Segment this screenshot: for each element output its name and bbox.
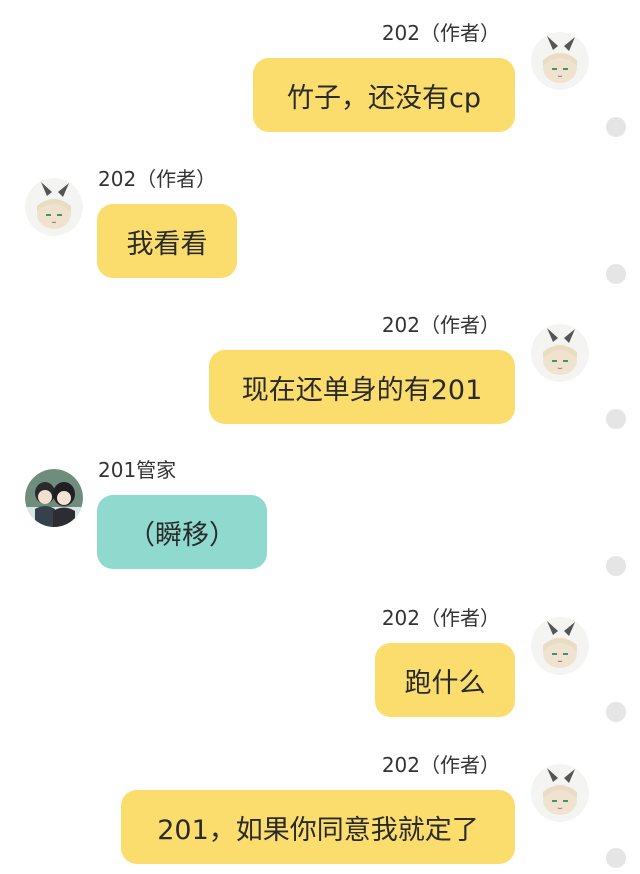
read-status-dot-icon: [606, 556, 626, 576]
message-bubble[interactable]: 现在还单身的有201: [209, 350, 515, 424]
message-bubble[interactable]: 竹子，还没有cp: [253, 58, 515, 132]
sender-name: 202（作者）: [381, 606, 500, 630]
sender-name: 202（作者）: [98, 167, 217, 191]
sender-name: 202（作者）: [381, 313, 500, 337]
read-status-dot-icon: [606, 117, 626, 137]
read-status-dot-icon: [606, 702, 626, 722]
author-avatar-icon[interactable]: [25, 178, 83, 236]
butler-avatar-icon[interactable]: [25, 469, 83, 527]
message-bubble[interactable]: 201，如果你同意我就定了: [121, 790, 515, 864]
sender-name: 202（作者）: [381, 21, 500, 45]
read-status-dot-icon: [606, 264, 626, 284]
read-status-dot-icon: [606, 409, 626, 429]
author-avatar-icon[interactable]: [531, 764, 589, 822]
sender-name: 201管家: [98, 458, 177, 482]
author-avatar-icon[interactable]: [531, 617, 589, 675]
message-bubble[interactable]: 跑什么: [375, 643, 515, 717]
author-avatar-icon[interactable]: [531, 32, 589, 90]
read-status-dot-icon: [606, 848, 626, 868]
sender-name: 202（作者）: [381, 753, 500, 777]
author-avatar-icon[interactable]: [531, 324, 589, 382]
message-bubble[interactable]: （瞬移）: [97, 495, 267, 569]
message-bubble[interactable]: 我看看: [97, 204, 237, 278]
